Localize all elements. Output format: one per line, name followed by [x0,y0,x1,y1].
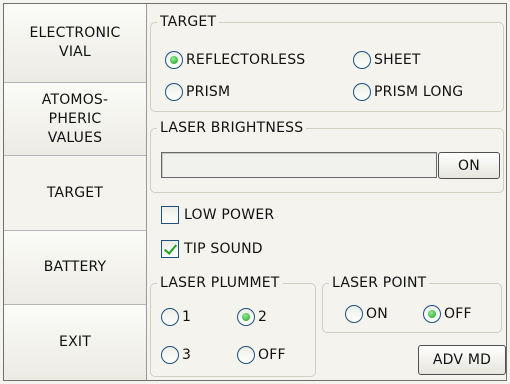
target-sheet-label: SHEET [374,52,421,68]
nav-exit-label: EXIT [59,334,91,350]
adv-md-label: ADV MD [432,352,492,368]
plummet-2-radio[interactable]: 2 [237,306,267,328]
plummet-1-label: 1 [182,309,192,325]
target-group-title: TARGET [157,12,220,32]
plummet-off-radio[interactable]: OFF [237,344,286,366]
laser-brightness-title: LASER BRIGHTNESS [157,118,307,138]
laser-point-group: LASER POINT ON OFF [322,273,502,333]
radio-selected-icon [165,51,183,69]
nav-electronic-vial-label: ELECTRONIC VIAL [29,25,121,60]
target-prism-long-label: PRISM LONG [374,84,464,100]
radio-unselected-icon [161,308,179,326]
tip-sound-checkbox[interactable]: TIP SOUND [161,238,263,260]
plummet-2-label: 2 [258,309,268,325]
nav-target-label: TARGET [46,184,104,201]
low-power-checkbox[interactable]: LOW POWER [161,204,274,226]
radio-unselected-icon [345,305,363,323]
radio-unselected-icon [237,346,255,364]
target-reflectorless-radio[interactable]: REFLECTORLESS [165,49,305,71]
radio-unselected-icon [161,346,179,364]
nav-atmospheric-values-label: ATOMOS- PHERIC VALUES [41,91,109,146]
target-prism-label: PRISM [186,84,231,100]
laser-point-title: LASER POINT [329,273,430,293]
plummet-off-label: OFF [258,347,286,363]
nav-atmospheric-values[interactable]: ATOMOS- PHERIC VALUES [4,83,146,156]
sidebar-nav: ELECTRONIC VIAL ATOMOS- PHERIC VALUES TA… [4,4,147,380]
plummet-3-radio[interactable]: 3 [161,344,191,366]
nav-exit[interactable]: EXIT [4,305,146,380]
target-group: TARGET REFLECTORLESS SHEET PRISM PRISM L… [150,12,504,112]
settings-panel: ELECTRONIC VIAL ATOMOS- PHERIC VALUES TA… [3,3,507,381]
laser-brightness-group: LASER BRIGHTNESS ON [150,118,504,193]
radio-unselected-icon [165,83,183,101]
nav-battery-label: BATTERY [43,259,107,275]
target-sheet-radio[interactable]: SHEET [353,49,421,71]
checkbox-unchecked-icon [161,206,179,224]
low-power-label: LOW POWER [184,207,275,223]
laser-plummet-title: LASER PLUMMET [157,273,283,293]
laser-point-off-radio[interactable]: OFF [423,303,472,325]
laser-brightness-on-label: ON [458,157,480,174]
radio-selected-icon [237,308,255,326]
plummet-1-radio[interactable]: 1 [161,306,191,328]
laser-point-on-radio[interactable]: ON [345,303,388,325]
checkmark-icon [161,240,179,258]
adv-md-button[interactable]: ADV MD [418,345,506,375]
laser-plummet-group: LASER PLUMMET 1 2 3 OFF [150,273,316,377]
radio-unselected-icon [353,83,371,101]
laser-point-off-label: OFF [444,306,472,322]
nav-target[interactable]: TARGET [4,156,146,231]
nav-battery[interactable]: BATTERY [4,231,146,305]
laser-point-on-label: ON [366,306,388,322]
plummet-3-label: 3 [182,347,192,363]
target-prism-radio[interactable]: PRISM [165,81,230,103]
target-prism-long-radio[interactable]: PRISM LONG [353,81,463,103]
radio-selected-icon [423,305,441,323]
tip-sound-label: TIP SOUND [184,241,263,257]
radio-unselected-icon [353,51,371,69]
nav-electronic-vial[interactable]: ELECTRONIC VIAL [4,4,146,83]
laser-brightness-on-button[interactable]: ON [438,152,500,179]
laser-brightness-bar [161,152,437,178]
target-reflectorless-label: REFLECTORLESS [186,52,306,68]
